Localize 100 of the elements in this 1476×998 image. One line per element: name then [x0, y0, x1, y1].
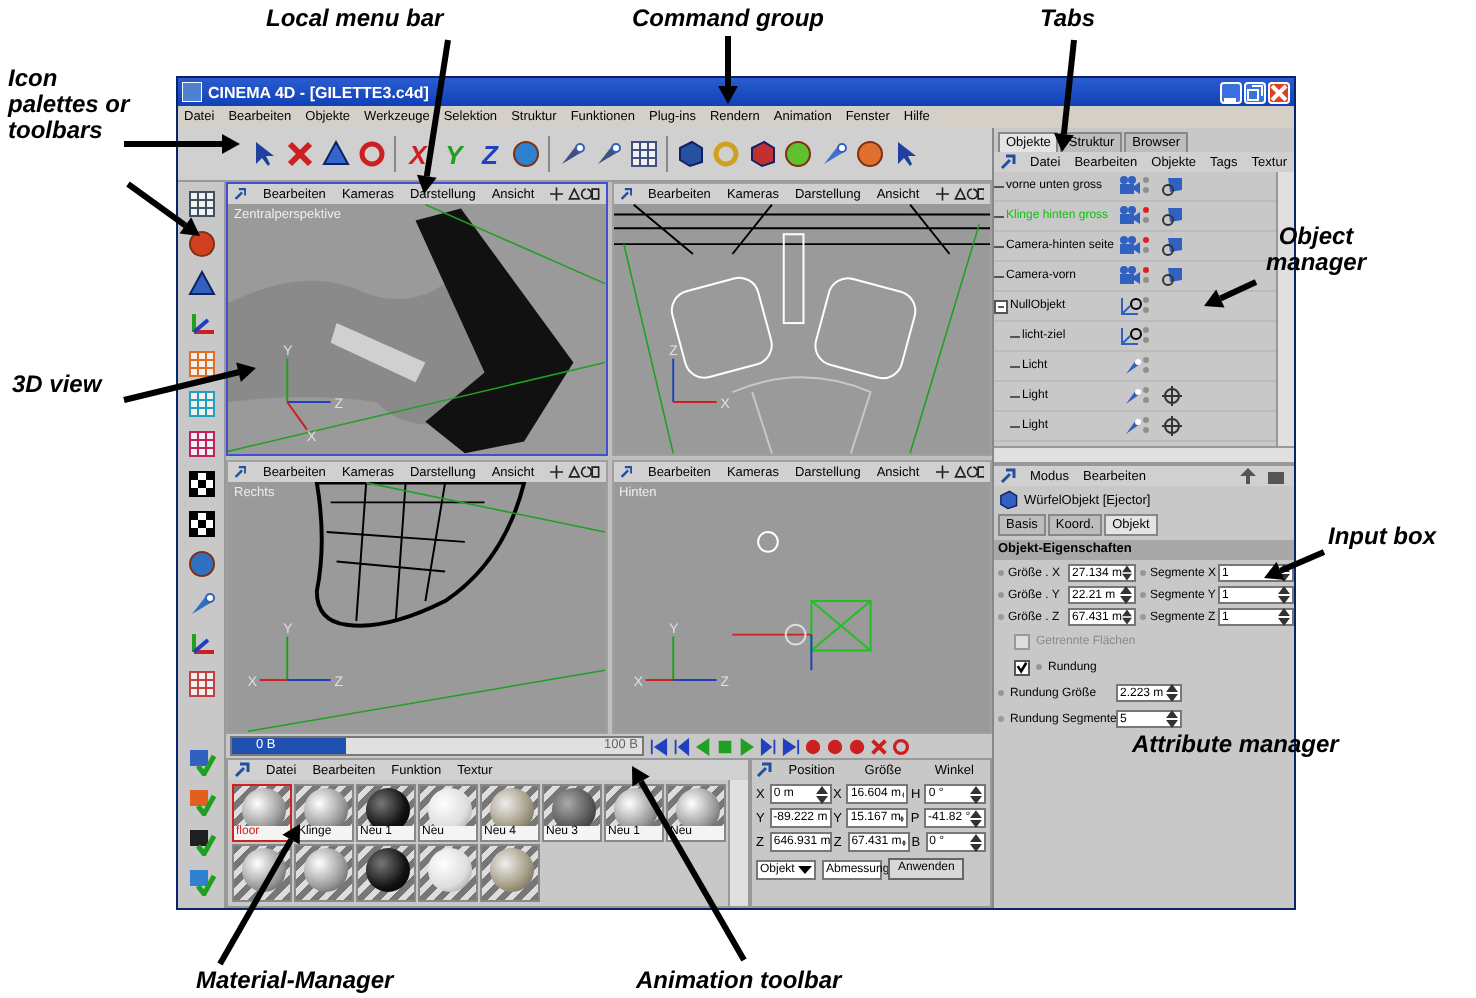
- check-icon[interactable]: [187, 788, 215, 816]
- spinner-icon[interactable]: [1278, 608, 1290, 626]
- bullet-icon: [998, 716, 1004, 722]
- playback-icon[interactable]: [650, 737, 668, 755]
- playback-icon[interactable]: [782, 737, 800, 755]
- sphere-icon[interactable]: [187, 230, 215, 258]
- visibility-dots-icon[interactable]: [1142, 356, 1150, 376]
- tag-icon[interactable]: [1162, 206, 1184, 226]
- pointer-icon[interactable]: [892, 140, 920, 168]
- axis-gizmo-icon: [258, 635, 332, 681]
- callout-label: Local menu bar: [266, 6, 444, 32]
- view-control-icon[interactable]: [550, 186, 599, 202]
- spotlight-icon[interactable]: [187, 590, 215, 618]
- check-icon[interactable]: [187, 748, 215, 776]
- callout-arrow: [217, 824, 300, 966]
- bullet-icon: [1140, 614, 1146, 620]
- ring-icon[interactable]: [892, 737, 910, 755]
- material-swatch[interactable]: [418, 844, 478, 902]
- spinner-icon[interactable]: [970, 809, 983, 827]
- scrollbar[interactable]: [728, 780, 748, 906]
- tag-icon[interactable]: [1162, 266, 1184, 286]
- callout-label: Icon palettes or toolbars: [8, 66, 133, 144]
- collapse-icon[interactable]: [994, 299, 1008, 313]
- pointer-icon[interactable]: [250, 140, 278, 168]
- bullet-icon: [1036, 664, 1042, 670]
- playback-icon[interactable]: [760, 737, 778, 755]
- material-swatch[interactable]: [356, 844, 416, 902]
- axis-gizmo-icon: [671, 357, 717, 403]
- bullet-icon: [998, 570, 1004, 576]
- target-icon[interactable]: [1162, 386, 1182, 406]
- spotlight-icon[interactable]: [558, 140, 586, 168]
- sphere-icon[interactable]: [512, 140, 540, 168]
- spinner-icon[interactable]: [1166, 684, 1178, 702]
- material-swatch[interactable]: [294, 844, 354, 902]
- check-icon[interactable]: [187, 828, 215, 856]
- visibility-dots-icon[interactable]: [1142, 386, 1150, 406]
- axis-toggle[interactable]: Z: [476, 139, 504, 169]
- app-icon: [182, 82, 202, 102]
- check-icon[interactable]: [187, 868, 215, 896]
- ring-icon[interactable]: [358, 140, 386, 168]
- axes-icon[interactable]: [187, 310, 215, 338]
- cube-icon[interactable]: [676, 140, 704, 168]
- bullet-icon: [1140, 570, 1146, 576]
- spinner-icon[interactable]: [1122, 608, 1132, 626]
- camera-icon: [1118, 266, 1142, 286]
- axes-icon[interactable]: [187, 630, 215, 658]
- callout-arrow: [718, 36, 738, 104]
- cone-icon[interactable]: [322, 140, 350, 168]
- spinner-icon[interactable]: [970, 785, 983, 803]
- view-control-icon[interactable]: [550, 464, 599, 480]
- visibility-dots-icon[interactable]: [1142, 206, 1150, 226]
- visibility-dots-icon[interactable]: [1142, 266, 1150, 286]
- spinner-icon[interactable]: [1166, 710, 1178, 728]
- checker-icon[interactable]: [187, 470, 215, 498]
- grid-icon[interactable]: [187, 190, 215, 218]
- cone-icon[interactable]: [187, 270, 215, 298]
- tag-icon[interactable]: [1162, 176, 1184, 196]
- cube-icon[interactable]: [748, 140, 776, 168]
- visibility-dots-icon[interactable]: [1142, 326, 1150, 346]
- spinner-icon[interactable]: [1278, 564, 1290, 582]
- visibility-dots-icon[interactable]: [1142, 176, 1150, 196]
- camera-frame-drawing: [730, 531, 871, 672]
- navigation-icon[interactable]: [1240, 468, 1288, 484]
- target-icon[interactable]: [1162, 416, 1182, 436]
- callout-label: Command group: [632, 6, 824, 32]
- spotlight-icon[interactable]: [594, 140, 622, 168]
- caret-icon[interactable]: [798, 862, 812, 876]
- visibility-dots-icon[interactable]: [1142, 296, 1150, 316]
- visibility-dots-icon[interactable]: [1142, 236, 1150, 256]
- grid-icon[interactable]: [187, 350, 215, 378]
- spinner-icon[interactable]: [969, 833, 982, 851]
- camera-icon: [1118, 176, 1142, 196]
- sphere-icon[interactable]: [856, 140, 884, 168]
- grid-icon[interactable]: [630, 140, 658, 168]
- axis-gizmo-icon: [286, 357, 332, 431]
- spinner-icon[interactable]: [815, 785, 828, 803]
- sphere-icon[interactable]: [187, 550, 215, 578]
- axis-toggle[interactable]: X: [404, 139, 432, 169]
- playback-icon[interactable]: [672, 737, 690, 755]
- checker-icon[interactable]: [187, 510, 215, 538]
- tag-icon[interactable]: [1162, 236, 1184, 256]
- view-control-icon[interactable]: [935, 186, 984, 202]
- cube-icon[interactable]: [998, 490, 1018, 510]
- spinner-icon[interactable]: [1120, 586, 1132, 604]
- axis-gizmo-icon: [643, 635, 717, 681]
- bullet-icon: [998, 592, 1004, 598]
- camera-icon: [1118, 206, 1142, 226]
- visibility-dots-icon[interactable]: [1142, 416, 1150, 436]
- material-swatch[interactable]: [480, 844, 540, 902]
- callout-arrow: [1204, 279, 1258, 308]
- spotlight-icon[interactable]: [820, 140, 848, 168]
- checkbox[interactable]: [1014, 659, 1030, 675]
- spinner-icon[interactable]: [1122, 564, 1132, 582]
- callout-arrow: [1264, 549, 1326, 580]
- scrollbar[interactable]: [994, 446, 1294, 462]
- view-control-icon[interactable]: [935, 464, 984, 480]
- spinner-icon[interactable]: [1278, 586, 1290, 604]
- callout-label: Material-Manager: [196, 968, 394, 994]
- callout-arrow: [126, 181, 200, 236]
- sphere-icon[interactable]: [784, 140, 812, 168]
